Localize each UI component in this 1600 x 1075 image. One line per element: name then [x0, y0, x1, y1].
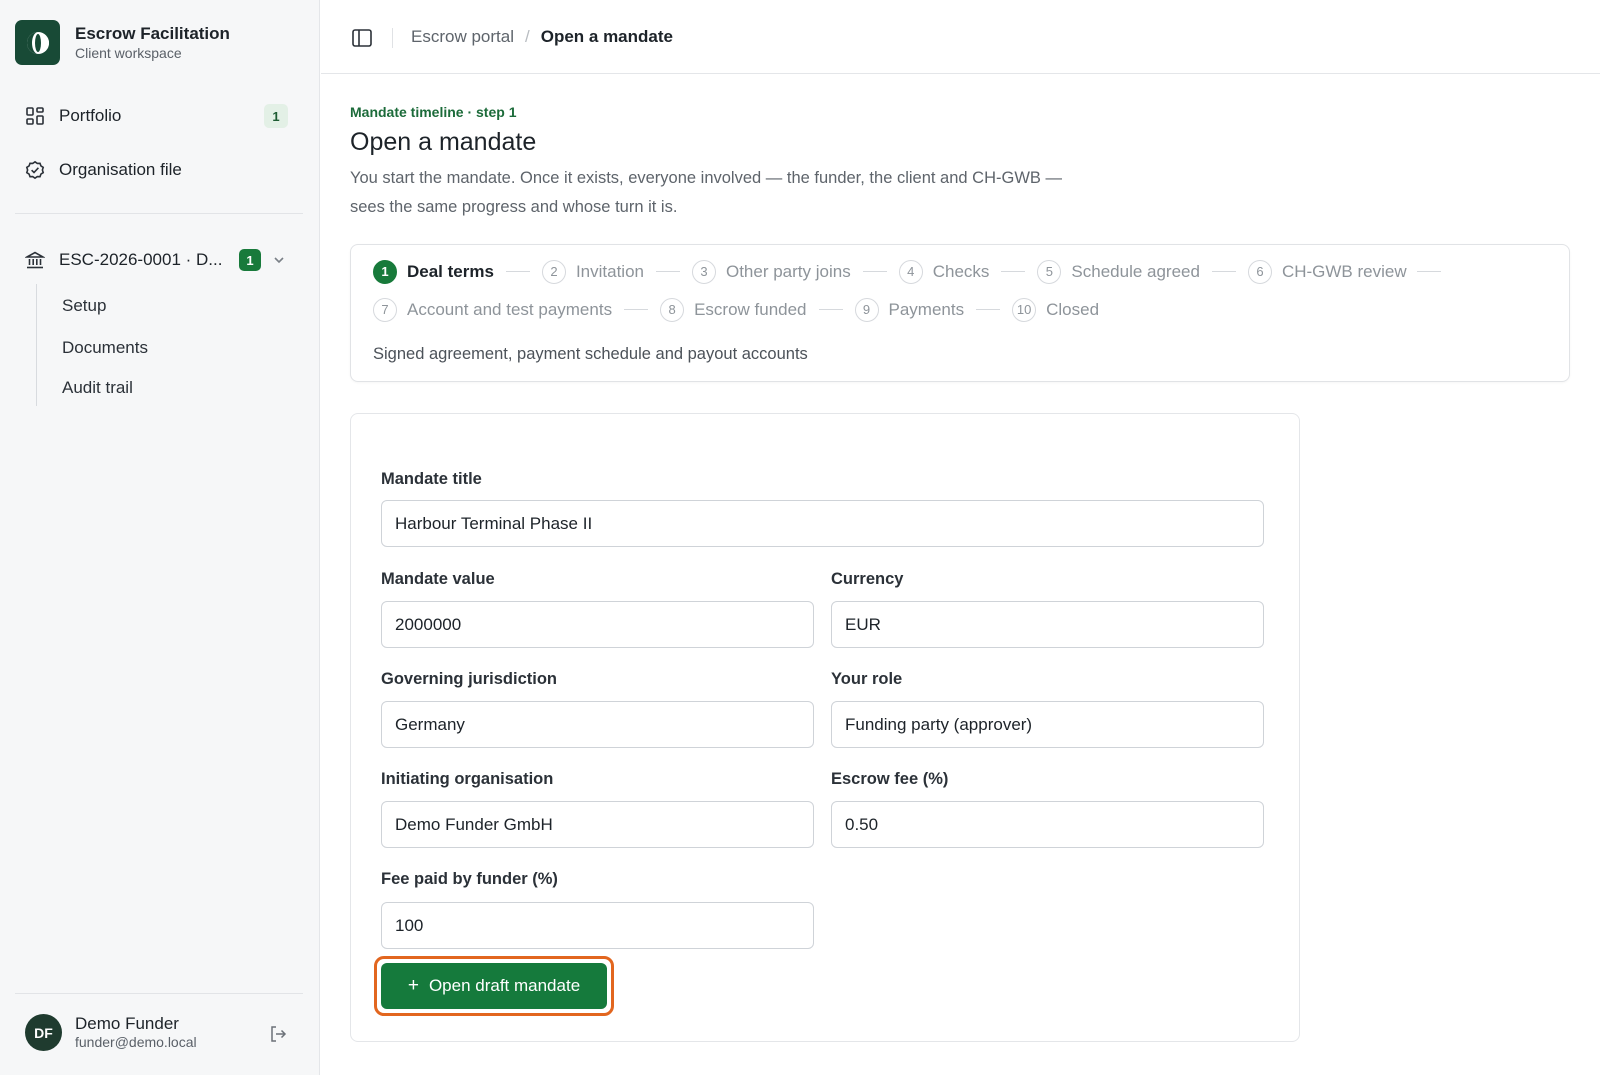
- step-label: Payments: [888, 299, 965, 319]
- timeline-steps: 1 Deal terms 2 Invitation 3 Other party …: [373, 259, 1493, 322]
- step-connector: [624, 309, 649, 310]
- fee-paid-by-funder-input[interactable]: [381, 902, 814, 949]
- step-label: Escrow funded: [694, 299, 807, 319]
- role-label: Your role: [831, 670, 903, 688]
- sidebar-item-organisation-file[interactable]: Organisation file: [15, 150, 303, 190]
- step-label: Deal terms: [407, 261, 494, 281]
- currency-label: Currency: [831, 570, 904, 588]
- breadcrumb-current: Open a mandate: [540, 27, 673, 46]
- step-label: Closed: [1046, 299, 1100, 319]
- check-circle-icon: [25, 160, 45, 180]
- step-escrow-funded[interactable]: 8 Escrow funded: [660, 297, 807, 322]
- plus-icon: +: [407, 975, 419, 996]
- step-number: 3: [691, 259, 716, 284]
- grid-icon: [25, 106, 45, 126]
- escrow-fee-input[interactable]: [831, 801, 1264, 848]
- brand-name: Escrow Facilitation: [75, 24, 230, 43]
- step-connector: [655, 271, 680, 272]
- brand-logo-icon: [15, 20, 60, 65]
- user-email: funder@demo.local: [75, 1034, 197, 1050]
- open-draft-mandate-button[interactable]: + Open draft mandate: [381, 963, 607, 1009]
- step-connector: [505, 271, 530, 272]
- header-separator: [392, 28, 393, 48]
- step-closed[interactable]: 10 Closed: [1012, 297, 1099, 322]
- sidebar-item-label: Organisation file: [59, 160, 182, 179]
- step-invitation[interactable]: 2 Invitation: [541, 259, 644, 284]
- sidebar-item-documents[interactable]: Documents: [62, 338, 148, 358]
- step-connector: [862, 271, 887, 272]
- chevron-down-icon[interactable]: [271, 252, 287, 268]
- sidebar-divider: [15, 213, 303, 214]
- top-header: Escrow portal / Open a mandate: [321, 0, 1600, 74]
- step-connector: [976, 309, 1001, 310]
- page-description: You start the mandate. Once it exists, e…: [350, 169, 1062, 216]
- mandate-value-input[interactable]: [381, 601, 814, 648]
- escrow-fee-label: Escrow fee (%): [831, 770, 949, 788]
- button-label: Open draft mandate: [428, 976, 581, 995]
- step-number: 6: [1247, 259, 1272, 284]
- mandate-subnav: Setup Documents Audit trail: [36, 284, 296, 406]
- sidebar-item-audit-trail[interactable]: Audit trail: [62, 378, 133, 398]
- timeline-caption: Signed agreement, payment schedule and p…: [373, 345, 808, 363]
- bank-icon: [25, 250, 45, 270]
- step-connector: [1416, 271, 1441, 272]
- step-label: Schedule agreed: [1071, 261, 1200, 281]
- step-label: Account and test payments: [407, 299, 613, 319]
- step-connector: [1001, 271, 1026, 272]
- step-deal-terms[interactable]: 1 Deal terms: [373, 259, 494, 284]
- step-number: 1: [373, 259, 397, 284]
- step-number: 2: [541, 259, 566, 284]
- breadcrumb-separator: /: [524, 27, 530, 46]
- step-connector: [818, 309, 843, 310]
- role-input[interactable]: [831, 701, 1264, 748]
- jurisdiction-input[interactable]: [381, 701, 814, 748]
- step-checks[interactable]: 4 Checks: [898, 259, 990, 284]
- brand: Escrow Facilitation Client workspace: [15, 20, 230, 65]
- brand-subtitle: Client workspace: [75, 45, 182, 61]
- organisation-input[interactable]: [381, 801, 814, 848]
- organisation-label: Initiating organisation: [381, 770, 554, 788]
- avatar: DF: [25, 1014, 62, 1051]
- currency-input[interactable]: [831, 601, 1264, 648]
- mandate-title-label: Mandate title: [381, 470, 482, 488]
- page-title: Open a mandate: [350, 128, 537, 156]
- step-ch-gwb-review[interactable]: 6 CH-GWB review: [1247, 259, 1407, 284]
- mandate-title-input[interactable]: [381, 500, 1264, 547]
- step-number: 9: [854, 297, 879, 322]
- user-divider: [15, 993, 303, 994]
- step-payments[interactable]: 9 Payments: [854, 297, 965, 322]
- step-label: Other party joins: [725, 261, 851, 281]
- user-name: Demo Funder: [75, 1014, 179, 1033]
- step-connector: [1211, 271, 1236, 272]
- mandate-count-badge: 1: [239, 249, 261, 271]
- sidebar-toggle-icon[interactable]: [351, 27, 373, 49]
- step-number: 5: [1037, 259, 1062, 284]
- step-number: 8: [660, 297, 685, 322]
- fee-paid-by-funder-label: Fee paid by funder (%): [381, 870, 558, 888]
- sidebar-item-portfolio[interactable]: Portfolio 1: [15, 96, 303, 136]
- user-profile: DF Demo Funder funder@demo.local: [25, 1014, 197, 1051]
- mandate-value-label: Mandate value: [381, 570, 495, 588]
- step-schedule-agreed[interactable]: 5 Schedule agreed: [1037, 259, 1200, 284]
- sidebar: Escrow Facilitation Client workspace Por…: [0, 0, 320, 1075]
- portfolio-count-badge: 1: [264, 104, 288, 128]
- breadcrumb-escrow-portal[interactable]: Escrow portal: [411, 27, 514, 47]
- step-label: CH-GWB review: [1281, 261, 1407, 281]
- breadcrumb: Escrow portal / Open a mandate: [411, 27, 673, 47]
- sidebar-item-setup[interactable]: Setup: [62, 296, 106, 316]
- jurisdiction-label: Governing jurisdiction: [381, 670, 558, 688]
- step-label: Checks: [932, 261, 990, 281]
- sidebar-item-label: Portfolio: [59, 106, 122, 125]
- sidebar-item-label: ESC-2026-0001 · D...: [59, 250, 223, 269]
- step-other-party-joins[interactable]: 3 Other party joins: [691, 259, 851, 284]
- step-number: 7: [373, 297, 397, 322]
- step-label: Invitation: [575, 261, 644, 281]
- step-account-and-test-payments[interactable]: 7 Account and test payments: [373, 297, 612, 322]
- mandate-timeline: 1 Deal terms 2 Invitation 3 Other party …: [350, 244, 1570, 382]
- step-number: 4: [898, 259, 923, 284]
- step-eyebrow: Mandate timeline · step 1: [350, 104, 517, 120]
- sidebar-item-mandate[interactable]: ESC-2026-0001 · D... 1: [15, 240, 303, 280]
- step-number: 10: [1012, 297, 1037, 322]
- logout-icon[interactable]: [268, 1024, 288, 1044]
